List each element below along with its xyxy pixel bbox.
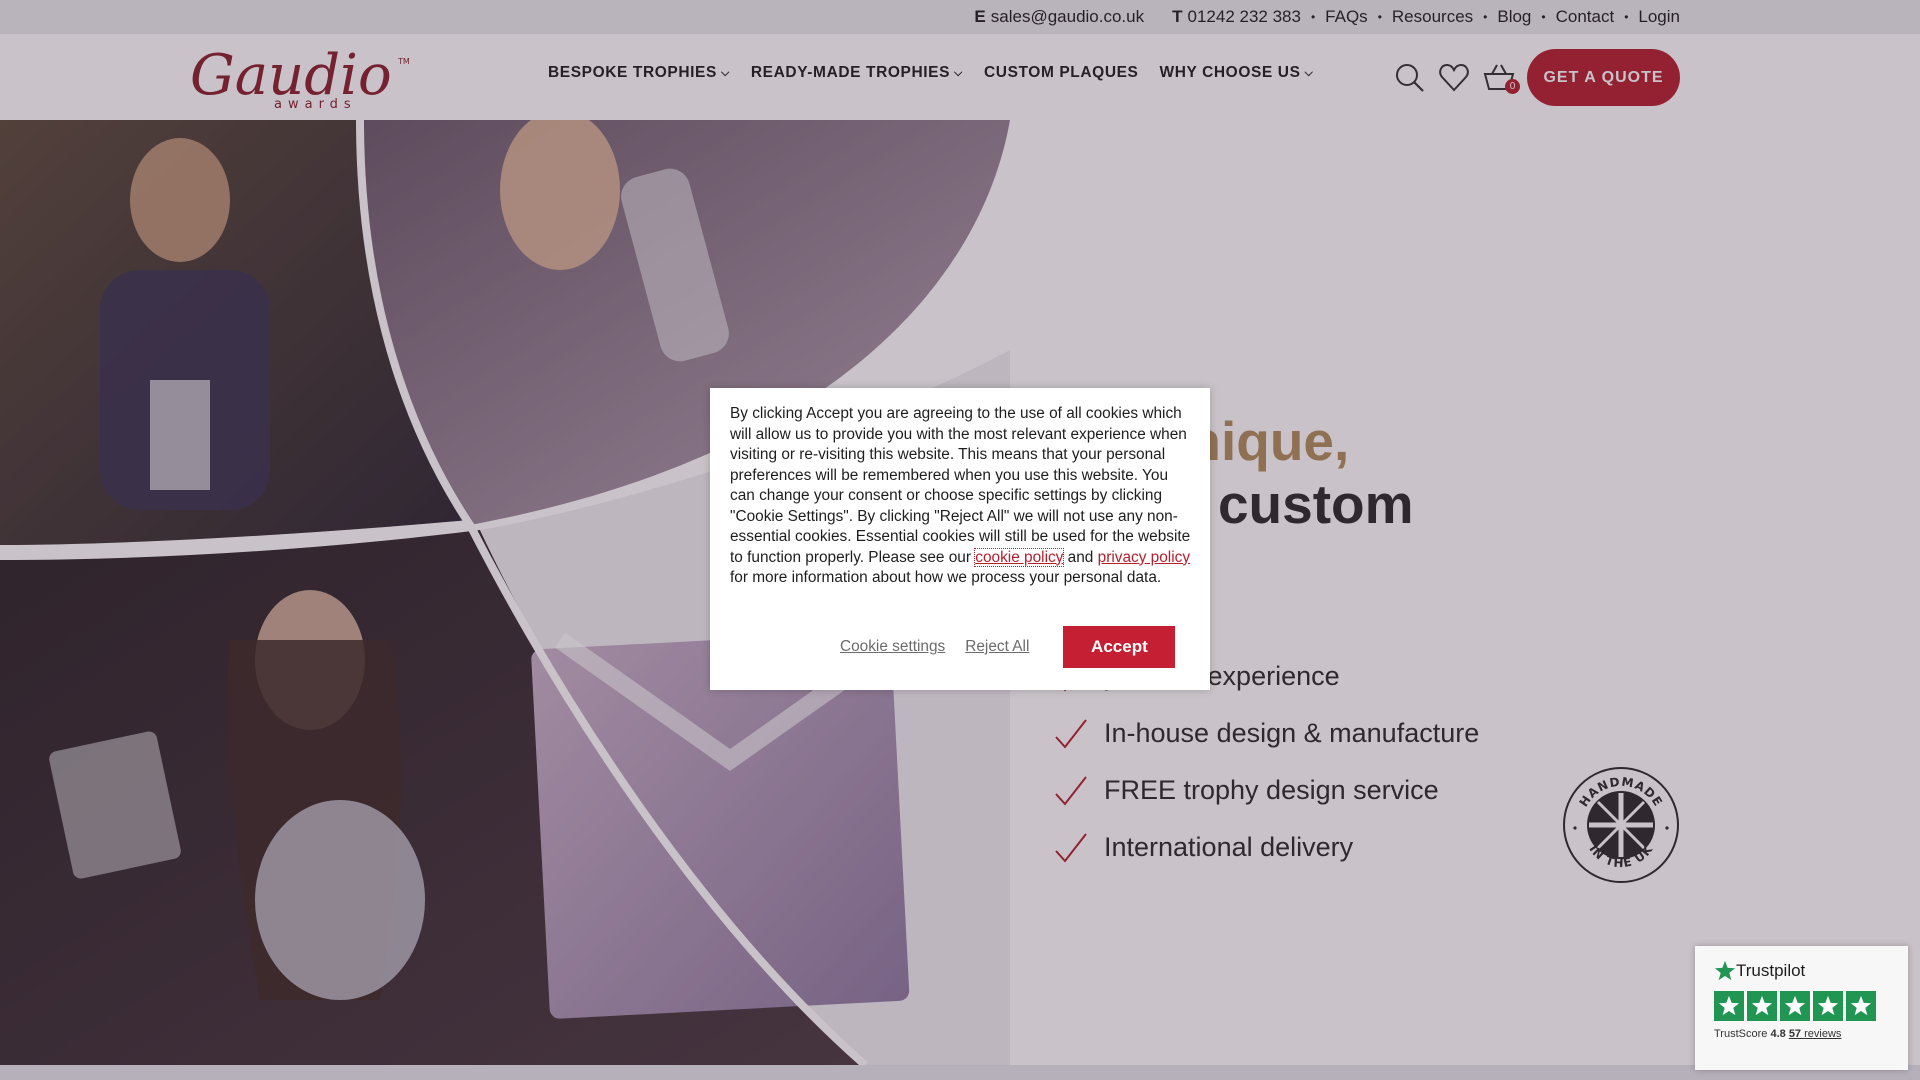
- star-icon: [1813, 991, 1843, 1021]
- accept-button[interactable]: Accept: [1063, 626, 1176, 668]
- trustscore-text: TrustScore 4.8 57 reviews: [1714, 1028, 1842, 1040]
- trustpilot-widget[interactable]: Trustpilot TrustScore 4.8 57 reviews: [1695, 946, 1908, 1070]
- star-icon: [1714, 991, 1744, 1021]
- star-icon: [1780, 991, 1810, 1021]
- cookie-consent-text: By clicking Accept you are agreeing to t…: [730, 405, 1191, 586]
- cookie-policy-link[interactable]: cookie policy: [974, 547, 1065, 567]
- cookie-consent-dialog: By clicking Accept you are agreeing to t…: [710, 388, 1210, 690]
- reject-all-button[interactable]: Reject All: [965, 638, 1029, 656]
- cookie-settings-button[interactable]: Cookie settings: [840, 638, 945, 656]
- star-icon: [1846, 991, 1876, 1021]
- reviews-link[interactable]: 57 reviews: [1789, 1028, 1842, 1040]
- star-icon: [1747, 991, 1777, 1021]
- trustpilot-logo: Trustpilot: [1714, 960, 1805, 982]
- trustpilot-star-icon: [1714, 960, 1736, 981]
- cookie-buttons: Cookie settings Reject All Accept: [840, 626, 1176, 668]
- trustpilot-stars: [1714, 991, 1876, 1021]
- privacy-policy-link[interactable]: privacy policy: [1098, 549, 1190, 566]
